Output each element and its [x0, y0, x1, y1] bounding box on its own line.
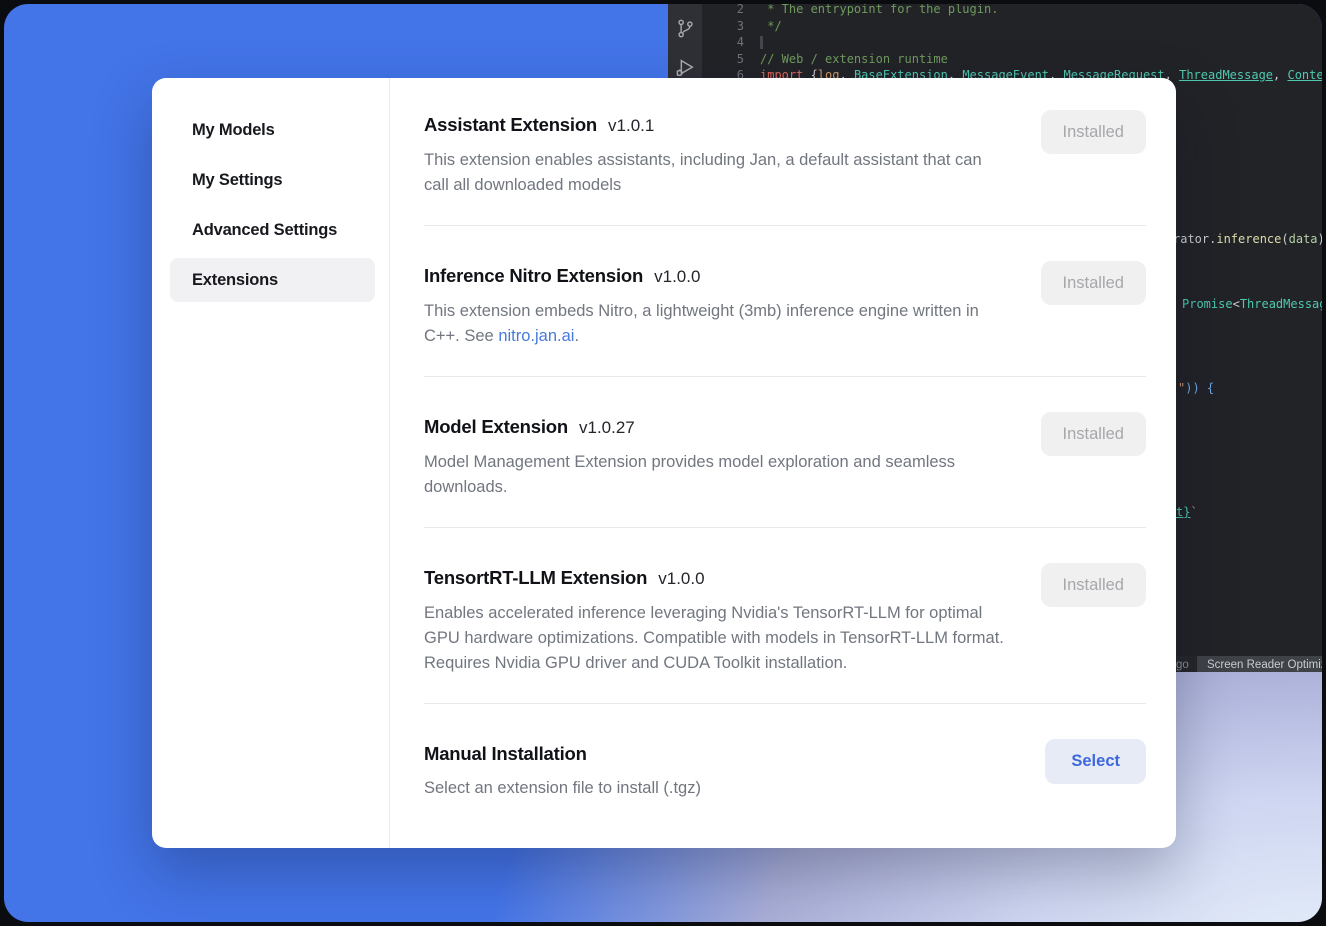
extension-description: This extension enables assistants, inclu…: [424, 148, 1008, 198]
installed-button[interactable]: Installed: [1041, 563, 1146, 607]
extension-title: Model Extension: [424, 412, 568, 442]
code-snippet: t}`: [1176, 504, 1198, 521]
code-line: 5 // Web / extension runtime: [702, 51, 1322, 68]
desktop-background: 2 * The entrypoint for the plugin. 3 */ …: [4, 4, 1322, 922]
manual-installation-title: Manual Installation: [424, 739, 587, 769]
extension-description: Model Management Extension provides mode…: [424, 450, 1008, 500]
extension-row-tensorrt-llm: TensortRT-LLM Extension v1.0.0 Enables a…: [424, 528, 1146, 704]
manual-installation-row: Manual Installation Select an extension …: [424, 704, 1146, 825]
extension-row-model: Model Extension v1.0.27 Model Management…: [424, 377, 1146, 528]
status-text: go: [1176, 657, 1189, 674]
line-number: 4: [702, 34, 760, 51]
run-debug-icon[interactable]: [674, 57, 696, 79]
code-line: 3 */: [702, 18, 1322, 35]
extension-version: v1.0.1: [608, 111, 654, 141]
source-control-icon[interactable]: [675, 18, 696, 39]
sidebar-item-extensions[interactable]: Extensions: [170, 258, 375, 302]
installed-button[interactable]: Installed: [1041, 412, 1146, 456]
editor-code-area: 2 * The entrypoint for the plugin. 3 */ …: [702, 4, 1322, 84]
extension-version: v1.0.0: [658, 564, 704, 594]
line-number: 3: [702, 18, 760, 35]
line-number: 2: [702, 4, 760, 18]
extension-title: Assistant Extension: [424, 110, 597, 140]
line-number: 5: [702, 51, 760, 68]
extension-title: Inference Nitro Extension: [424, 261, 643, 291]
manual-installation-description: Select an extension file to install (.tg…: [424, 776, 701, 801]
extension-title: TensortRT-LLM Extension: [424, 563, 647, 593]
code-line: 2 * The entrypoint for the plugin.: [702, 4, 1322, 18]
extension-row-inference-nitro: Inference Nitro Extension v1.0.0 This ex…: [424, 226, 1146, 377]
nitro-jan-ai-link[interactable]: nitro.jan.ai: [498, 327, 574, 345]
extensions-list: Assistant Extension v1.0.1 This extensio…: [390, 78, 1176, 848]
extension-description: This extension embeds Nitro, a lightweig…: [424, 299, 1008, 349]
code-snippet: Promise<ThreadMessage>: [1182, 296, 1322, 313]
screen: 2 * The entrypoint for the plugin. 3 */ …: [0, 0, 1326, 926]
sidebar-item-my-models[interactable]: My Models: [170, 108, 375, 152]
settings-sidebar: My Models My Settings Advanced Settings …: [152, 78, 390, 848]
extension-version: v1.0.0: [654, 262, 700, 292]
extension-description: Enables accelerated inference leveraging…: [424, 601, 1008, 676]
code-snippet: ")) {: [1178, 380, 1214, 397]
select-button[interactable]: Select: [1045, 739, 1146, 784]
sidebar-item-advanced-settings[interactable]: Advanced Settings: [170, 208, 375, 252]
extension-version: v1.0.27: [579, 413, 635, 443]
screen-reader-status[interactable]: Screen Reader Optimize: [1197, 656, 1322, 672]
extension-row-assistant: Assistant Extension v1.0.1 This extensio…: [424, 78, 1146, 226]
settings-modal: My Models My Settings Advanced Settings …: [152, 78, 1176, 848]
code-snippet: rator.inference(data));: [1173, 231, 1322, 248]
installed-button[interactable]: Installed: [1041, 261, 1146, 305]
installed-button[interactable]: Installed: [1041, 110, 1146, 154]
code-line: 4: [702, 34, 1322, 51]
sidebar-item-my-settings[interactable]: My Settings: [170, 158, 375, 202]
